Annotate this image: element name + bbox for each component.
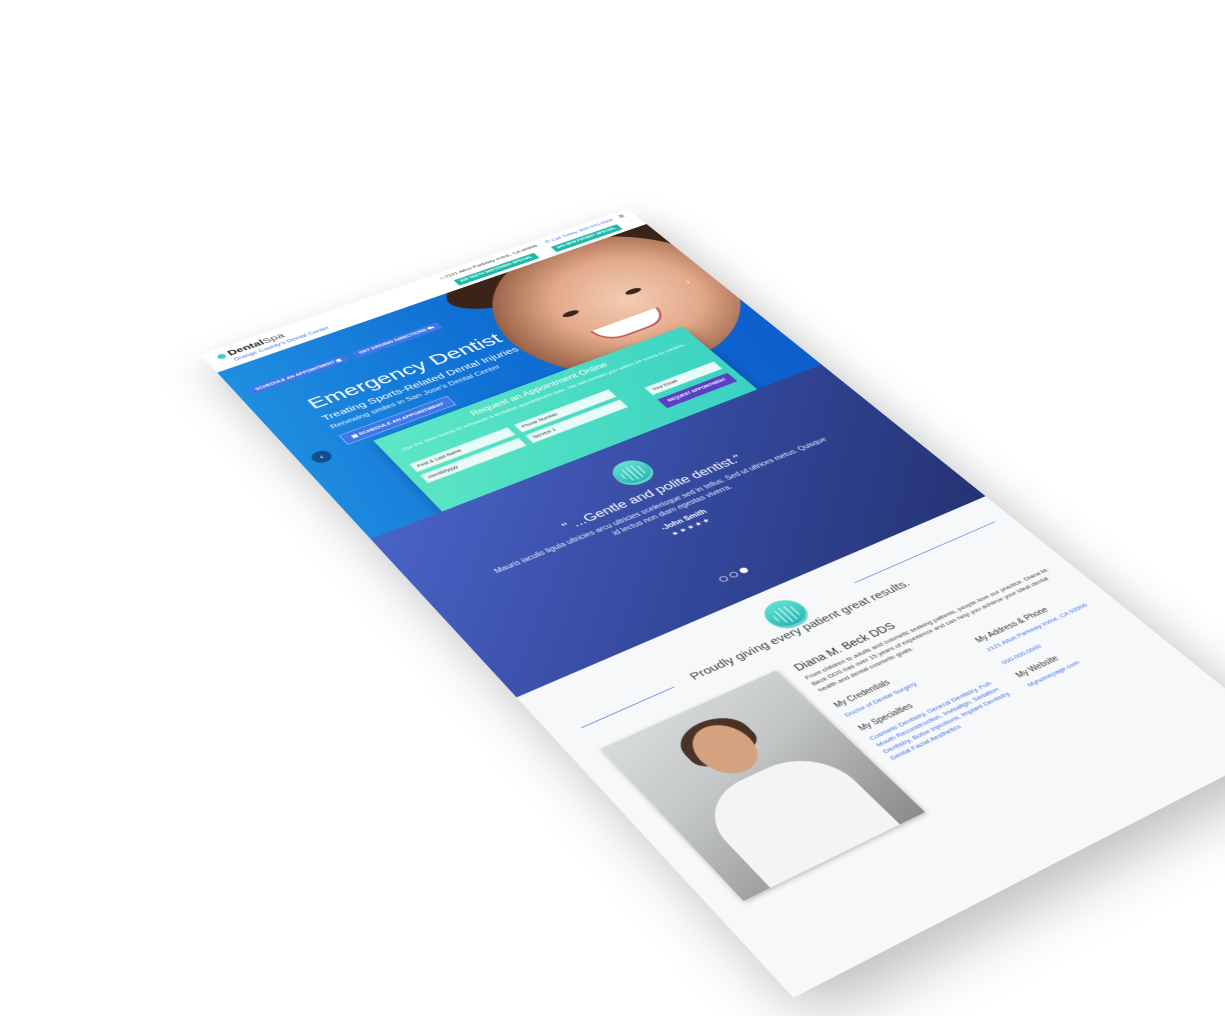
carousel-dot[interactable] — [717, 575, 730, 583]
driving-directions-label: GET DRIVING DIRECTIONS — [358, 328, 429, 355]
carousel-dot-active[interactable] — [737, 566, 750, 575]
testimonial-carousel-dots — [714, 564, 754, 586]
logo-icon — [215, 353, 228, 360]
carousel-prev-arrow-icon[interactable]: ‹ — [308, 448, 335, 466]
hamburger-menu-icon[interactable]: ≡ — [616, 213, 627, 219]
shell-logo-icon — [605, 455, 661, 490]
website-page: DentalSpa Orange County's Dental Center … — [200, 208, 1225, 998]
schedule-appointment-label: SCHEDULE AN APPOINTMENT — [254, 360, 337, 392]
car-icon: ⛟ — [426, 325, 436, 331]
carousel-dot[interactable] — [727, 570, 740, 579]
stage: DentalSpa Orange County's Dental Center … — [0, 0, 1225, 1016]
calendar-icon: ▦ — [334, 358, 343, 363]
